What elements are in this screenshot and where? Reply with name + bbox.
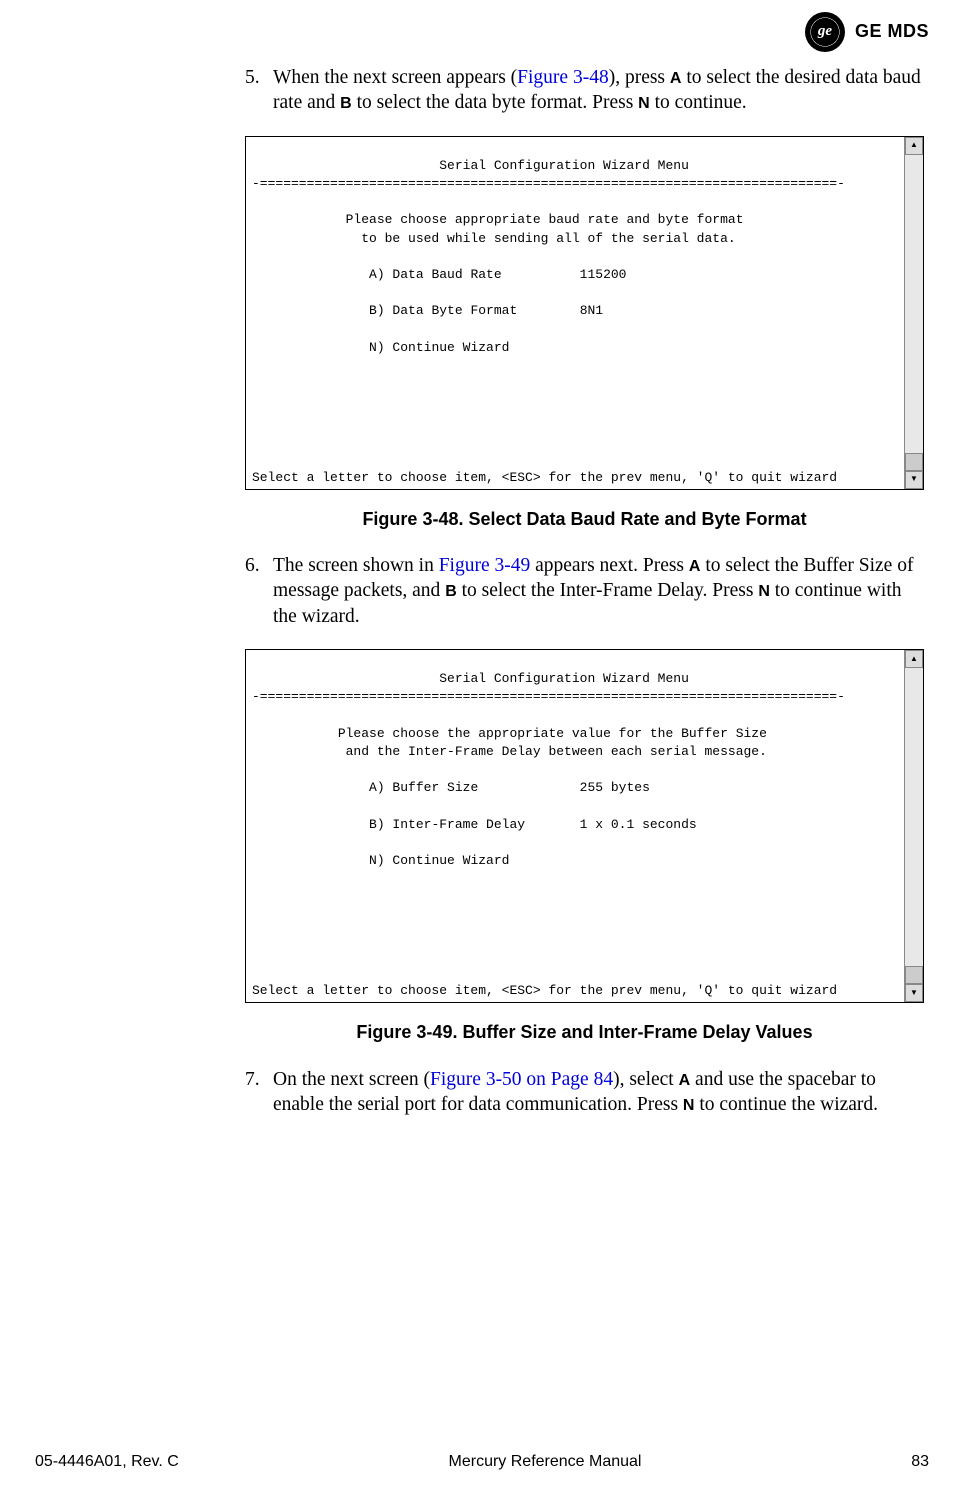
terminal-help-line: and the Inter-Frame Delay between each s… xyxy=(252,744,767,759)
terminal-screenshot-1: Serial Configuration Wizard Menu -======… xyxy=(245,136,924,490)
brand-logo: ge GE MDS xyxy=(805,12,929,52)
terminal-option-a: A) Data Baud Rate 115200 xyxy=(252,267,626,282)
terminal-rule: -=======================================… xyxy=(252,176,845,191)
terminal-help-line: Please choose appropriate baud rate and … xyxy=(252,212,744,227)
ge-monogram-icon: ge xyxy=(805,12,845,52)
scrollbar[interactable]: ▲ ▼ xyxy=(904,650,923,1002)
figure-reference-link[interactable]: Figure 3-50 on Page 84 xyxy=(430,1069,613,1090)
terminal-help-line: to be used while sending all of the seri… xyxy=(252,231,736,246)
terminal-title: Serial Configuration Wizard Menu xyxy=(252,671,689,686)
scroll-track[interactable] xyxy=(905,155,923,471)
scroll-up-icon[interactable]: ▲ xyxy=(905,137,923,155)
text: ), press xyxy=(609,67,670,88)
terminal-prompt: Select a letter to choose item, <ESC> fo… xyxy=(252,982,837,1000)
scroll-thumb[interactable] xyxy=(905,966,923,984)
step-number: 7. xyxy=(245,1067,273,1118)
terminal-rule: -=======================================… xyxy=(252,689,845,704)
step-5: 5. When the next screen appears (Figure … xyxy=(245,65,924,116)
step-7: 7. On the next screen (Figure 3-50 on Pa… xyxy=(245,1067,924,1118)
text: The screen shown in xyxy=(273,555,439,576)
doc-title: Mercury Reference Manual xyxy=(449,1452,642,1473)
main-content: 5. When the next screen appears (Figure … xyxy=(245,65,924,1117)
text: to continue the wizard. xyxy=(694,1094,878,1115)
text: When the next screen appears ( xyxy=(273,67,517,88)
key-n: N xyxy=(758,583,770,600)
document-page: ge GE MDS 5. When the next screen appear… xyxy=(0,0,979,1501)
step-body: When the next screen appears (Figure 3-4… xyxy=(273,65,924,116)
doc-id: 05-4446A01, Rev. C xyxy=(35,1452,179,1473)
figure-48-caption: Figure 3-48. Select Data Baud Rate and B… xyxy=(245,508,924,531)
step-number: 5. xyxy=(245,65,273,116)
step-6: 6. The screen shown in Figure 3-49 appea… xyxy=(245,553,924,629)
terminal-title: Serial Configuration Wizard Menu xyxy=(252,158,689,173)
figure-reference-link[interactable]: Figure 3-49 xyxy=(439,555,531,576)
scroll-track[interactable] xyxy=(905,668,923,984)
terminal-help-line: Please choose the appropriate value for … xyxy=(252,726,767,741)
terminal-option-n: N) Continue Wizard xyxy=(252,853,509,868)
terminal-content: Serial Configuration Wizard Menu -======… xyxy=(246,137,904,489)
step-body: On the next screen (Figure 3-50 on Page … xyxy=(273,1067,924,1118)
key-b: B xyxy=(445,583,457,600)
scrollbar[interactable]: ▲ ▼ xyxy=(904,137,923,489)
key-n: N xyxy=(638,95,650,112)
terminal-screenshot-2: Serial Configuration Wizard Menu -======… xyxy=(245,649,924,1003)
page-footer: 05-4446A01, Rev. C Mercury Reference Man… xyxy=(35,1452,929,1473)
terminal-content: Serial Configuration Wizard Menu -======… xyxy=(246,650,904,1002)
page-number: 83 xyxy=(911,1452,929,1473)
text: ), select xyxy=(613,1069,679,1090)
terminal-option-n: N) Continue Wizard xyxy=(252,340,509,355)
scroll-thumb[interactable] xyxy=(905,453,923,471)
text: appears next. Press xyxy=(530,555,689,576)
terminal-prompt: Select a letter to choose item, <ESC> fo… xyxy=(252,469,837,487)
key-n: N xyxy=(683,1097,695,1114)
key-a: A xyxy=(670,70,682,87)
text: to select the data byte format. Press xyxy=(352,92,638,113)
key-b: B xyxy=(340,95,352,112)
text: to continue. xyxy=(650,92,747,113)
text: to select the Inter-Frame Delay. Press xyxy=(457,580,759,601)
key-a: A xyxy=(679,1072,691,1089)
scroll-down-icon[interactable]: ▼ xyxy=(905,471,923,489)
step-number: 6. xyxy=(245,553,273,629)
monogram-text: ge xyxy=(818,22,832,42)
key-a: A xyxy=(689,558,701,575)
terminal-option-a: A) Buffer Size 255 bytes xyxy=(252,780,650,795)
figure-49-caption: Figure 3-49. Buffer Size and Inter-Frame… xyxy=(245,1021,924,1044)
terminal-option-b: B) Data Byte Format 8N1 xyxy=(252,303,603,318)
scroll-up-icon[interactable]: ▲ xyxy=(905,650,923,668)
step-body: The screen shown in Figure 3-49 appears … xyxy=(273,553,924,629)
terminal-option-b: B) Inter-Frame Delay 1 x 0.1 seconds xyxy=(252,817,697,832)
scroll-down-icon[interactable]: ▼ xyxy=(905,984,923,1002)
text: On the next screen ( xyxy=(273,1069,430,1090)
brand-text: GE MDS xyxy=(855,20,929,43)
figure-reference-link[interactable]: Figure 3-48 xyxy=(517,67,609,88)
